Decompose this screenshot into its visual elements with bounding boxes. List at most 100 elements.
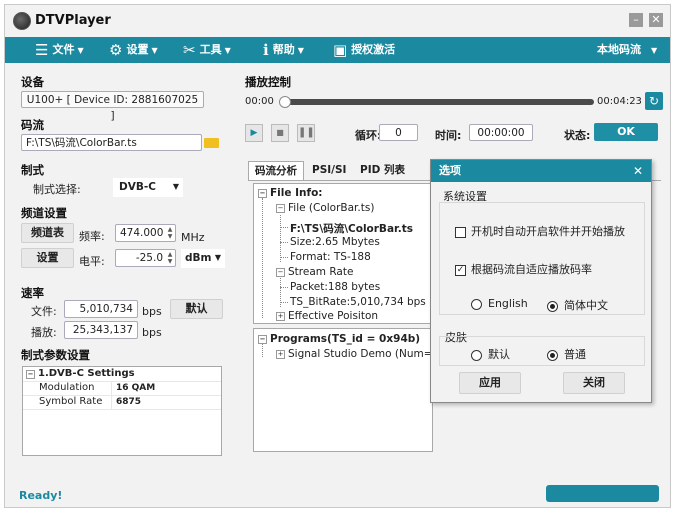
skin-normal-radio[interactable] <box>547 349 558 361</box>
tree-label: Effective Poisiton <box>288 310 379 322</box>
license-icon: ▣ <box>333 41 348 59</box>
expand-icon[interactable]: + <box>276 311 285 321</box>
progress-track[interactable] <box>281 99 594 105</box>
lang-chinese-label: 简体中文 <box>564 299 608 312</box>
freq-input[interactable]: 474.000 ▲ ▼ <box>115 224 176 242</box>
rate-heading: 速率 <box>21 286 44 300</box>
params-group-row[interactable]: − 1.DVB-C Settings <box>23 367 221 382</box>
play-rate-unit: bps <box>142 326 162 339</box>
collapse-icon[interactable]: − <box>276 267 285 277</box>
collapse-icon[interactable]: − <box>276 203 285 213</box>
adaptive-checkbox[interactable]: ✓ <box>455 264 466 276</box>
apply-button[interactable]: 应用 <box>459 372 521 394</box>
skin-default-label: 默认 <box>488 348 510 361</box>
menu-file[interactable]: ☰ 文件 ▼ <box>35 37 84 63</box>
param-value[interactable]: 6875 <box>111 395 141 409</box>
collapse-icon[interactable]: − <box>26 370 35 379</box>
close-button[interactable]: ✕ <box>649 13 663 27</box>
folder-icon[interactable] <box>204 138 219 148</box>
chevron-down-icon: ▼ <box>224 46 231 55</box>
status-progress-bar <box>546 485 659 502</box>
lang-english-radio[interactable] <box>471 298 482 310</box>
default-button[interactable]: 默认 <box>170 299 223 319</box>
tree-label: Signal Studio Demo (Num=1, <box>288 348 443 360</box>
skin-default-radio[interactable] <box>471 349 482 361</box>
autostart-checkbox[interactable] <box>455 226 466 238</box>
adaptive-label: 根据码流自适应播放码率 <box>471 263 592 276</box>
dialog-close-icon[interactable]: ✕ <box>633 160 643 182</box>
tab-pid-list[interactable]: PID 列表 <box>354 161 411 179</box>
menu-license-label: 授权激活 <box>351 43 396 56</box>
tools-icon: ✂ <box>183 41 196 59</box>
menu-help[interactable]: ℹ 帮助 ▼ <box>263 37 304 63</box>
menu-settings[interactable]: ⚙ 设置 ▼ <box>109 37 158 63</box>
level-unit-select[interactable]: dBm ▼ <box>181 249 225 268</box>
tree-label: Programs(TS_id = 0x94b) <box>270 333 421 345</box>
tree-node-file-info[interactable]: − File Info: <box>258 187 323 199</box>
stream-path-field[interactable]: F:\TS\码流\ColorBar.ts <box>21 134 202 151</box>
play-rate-field[interactable]: 25,343,137 <box>64 321 138 339</box>
play-rate-label: 播放: <box>31 326 57 339</box>
menu-local-stream[interactable]: 本地码流 ▼ <box>597 37 657 63</box>
tree-label: Stream Rate <box>288 266 354 278</box>
menu-tools-label: 工具 <box>199 43 222 56</box>
adaptive-option[interactable]: ✓ 根据码流自适应播放码率 <box>455 261 592 277</box>
skin-default-option[interactable]: 默认 <box>471 346 510 362</box>
tree-node-path[interactable]: F:\TS\码流\ColorBar.ts <box>290 221 413 236</box>
collapse-icon[interactable]: − <box>258 188 267 198</box>
tree-node-effective[interactable]: + Effective Poisiton <box>276 310 378 322</box>
tree-node-bitrate[interactable]: TS_BitRate:5,010,734 bps <box>290 296 426 308</box>
menu-license[interactable]: ▣ 授权激活 <box>333 37 395 63</box>
collapse-icon[interactable]: − <box>258 334 267 344</box>
total-time: 00:04:23 <box>597 96 642 107</box>
minimize-button[interactable]: – <box>629 13 643 27</box>
stop-button[interactable]: ■ <box>271 124 289 142</box>
loop-input[interactable]: 0 <box>379 124 418 141</box>
channel-table-button[interactable]: 频道表 <box>21 223 74 243</box>
tree-node-programs[interactable]: − Programs(TS_id = 0x94b) <box>258 333 420 345</box>
menu-tools[interactable]: ✂ 工具 ▼ <box>183 37 231 63</box>
menu-help-label: 帮助 <box>272 43 295 56</box>
dialog-title-bar: 选项 ✕ <box>431 160 651 182</box>
skin-group <box>439 336 645 366</box>
play-button[interactable]: ▶ <box>245 124 263 142</box>
level-input[interactable]: -25.0 ▲ ▼ <box>115 249 176 267</box>
mode-select-value: DVB-C <box>119 181 156 193</box>
skin-normal-option[interactable]: 普通 <box>547 346 586 362</box>
mode-select[interactable]: DVB-C ▼ <box>113 178 183 197</box>
time-input[interactable]: 00:00:00 <box>469 124 533 141</box>
lang-english-option[interactable]: English <box>471 297 528 310</box>
dialog-close-button[interactable]: 关闭 <box>563 372 625 394</box>
freq-stepper[interactable]: ▲ ▼ <box>166 226 174 240</box>
tab-psi-si[interactable]: PSI/SI <box>306 161 352 179</box>
loop-label: 循环: <box>355 129 382 142</box>
level-label: 电平: <box>79 255 105 268</box>
param-key: Modulation <box>39 382 95 393</box>
freq-unit: MHz <box>181 231 205 244</box>
params-group-label: 1.DVB-C Settings <box>38 368 135 379</box>
lang-english-label: English <box>488 297 528 310</box>
set-button[interactable]: 设置 <box>21 248 74 268</box>
pause-button[interactable]: ❚❚ <box>297 124 315 142</box>
params-table: − 1.DVB-C Settings Modulation 16 QAM Sym… <box>22 366 222 456</box>
tree-node-file[interactable]: − File (ColorBar.ts) <box>276 202 374 214</box>
tree-node-stream-rate[interactable]: − Stream Rate <box>276 266 353 278</box>
file-rate-field[interactable]: 5,010,734 <box>64 300 138 318</box>
level-stepper[interactable]: ▲ ▼ <box>166 251 174 265</box>
progress-thumb[interactable] <box>279 96 291 108</box>
param-value[interactable]: 16 QAM <box>111 381 155 395</box>
tree-node-size[interactable]: Size:2.65 Mbytes <box>290 236 380 248</box>
expand-icon[interactable]: + <box>276 349 285 359</box>
tree-node-packet[interactable]: Packet:188 bytes <box>290 281 380 293</box>
lang-chinese-radio[interactable] <box>547 300 558 312</box>
app-logo-icon <box>13 12 31 30</box>
channel-heading: 频道设置 <box>21 206 67 220</box>
autostart-option[interactable]: 开机时自动开启软件并开始播放 <box>455 223 625 239</box>
tree-node-format[interactable]: Format: TS-188 <box>290 251 371 263</box>
elapsed-time: 00:00 <box>245 96 274 107</box>
lang-chinese-option[interactable]: 简体中文 <box>547 297 608 313</box>
tab-stream-analysis[interactable]: 码流分析 <box>248 161 304 180</box>
refresh-icon[interactable]: ↻ <box>645 92 663 110</box>
tree-node-signal-studio[interactable]: + Signal Studio Demo (Num=1, <box>276 348 443 360</box>
time-label: 时间: <box>435 129 462 142</box>
